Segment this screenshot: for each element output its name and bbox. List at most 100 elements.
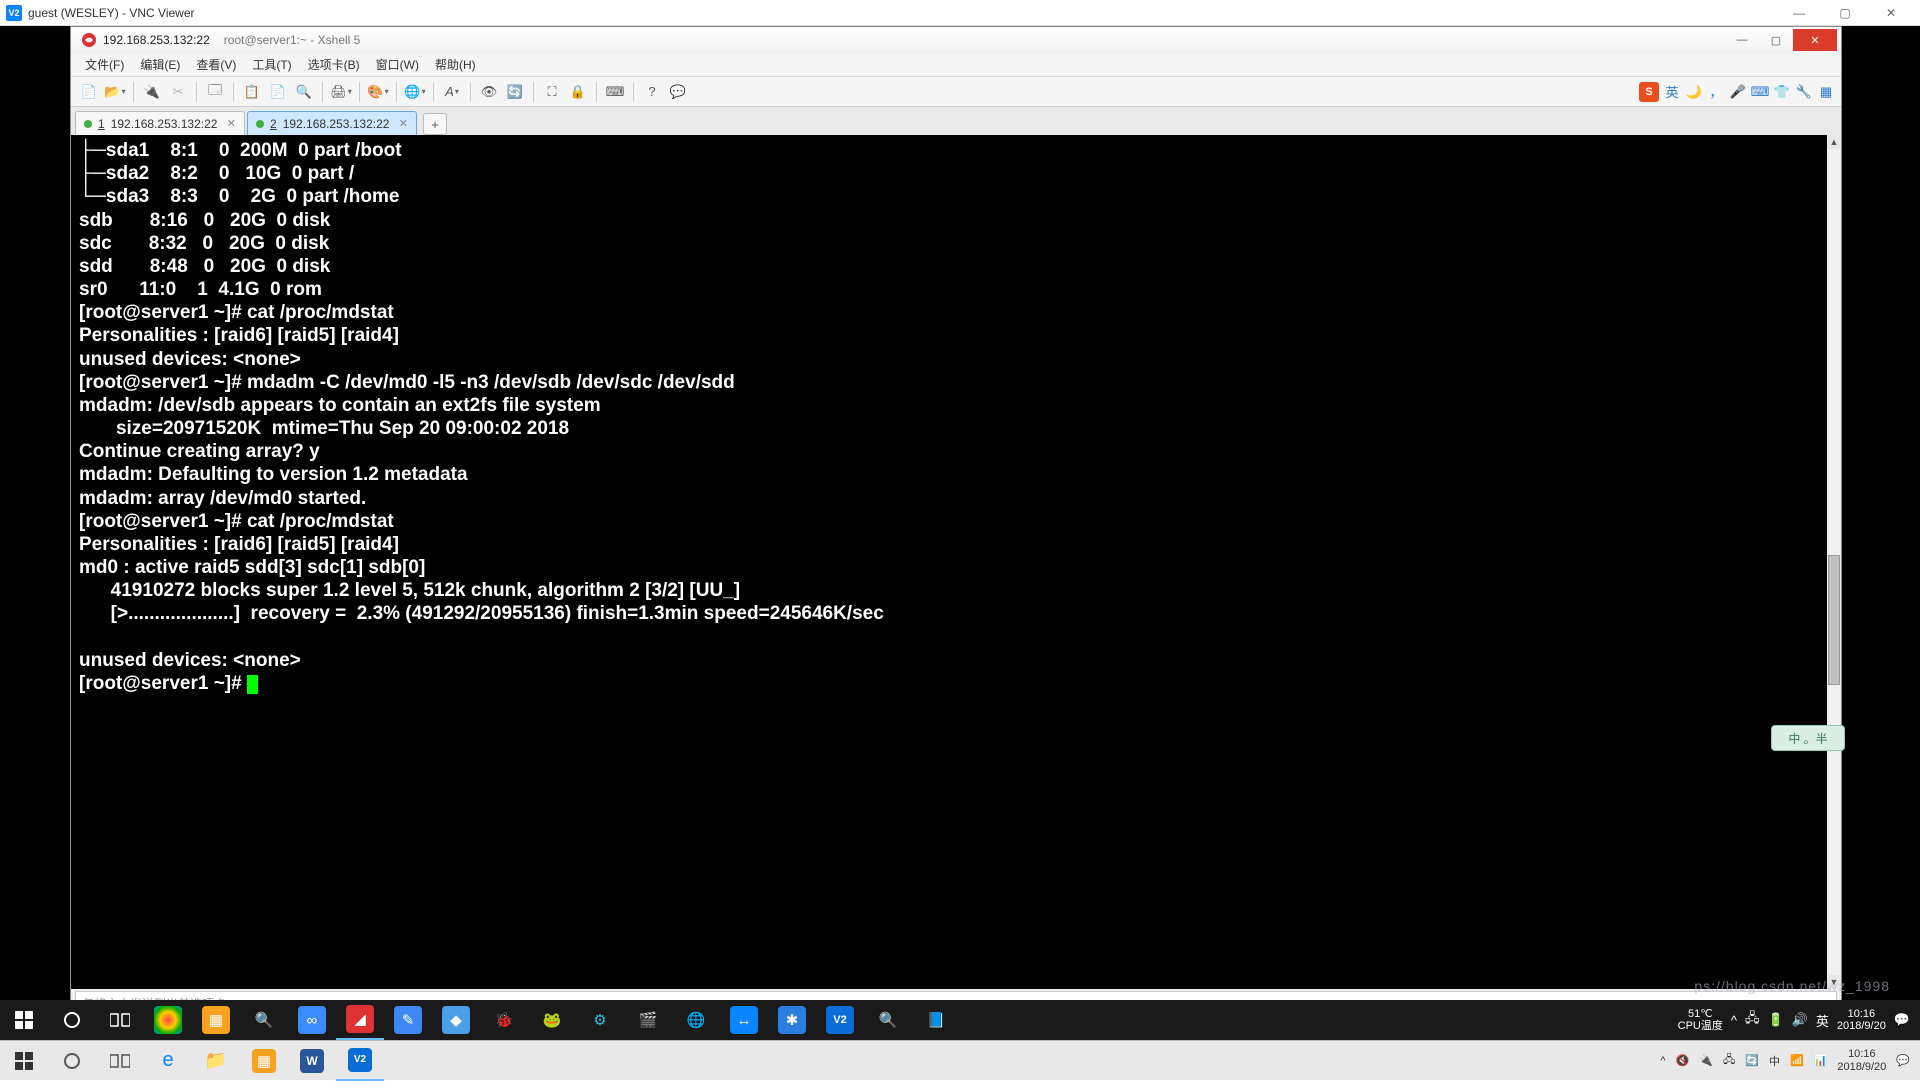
- encoding-icon[interactable]: 🌐: [403, 80, 427, 104]
- remote-cortana-button[interactable]: [48, 1000, 96, 1040]
- host-tray-ime-icon[interactable]: 中: [1769, 1053, 1780, 1069]
- ime-tool-icon[interactable]: 🔧: [1795, 83, 1813, 101]
- xshell-minimize-button[interactable]: —: [1725, 29, 1759, 51]
- ime-grid-icon[interactable]: ▦: [1817, 83, 1835, 101]
- taskbar-app-vnc[interactable]: V2: [816, 1000, 864, 1040]
- tray-lang[interactable]: 英: [1816, 1011, 1829, 1030]
- disconnect-icon[interactable]: ✂: [166, 80, 190, 104]
- color-scheme-icon[interactable]: 🎨: [366, 80, 390, 104]
- host-tray-extra2-icon[interactable]: 📊: [1814, 1054, 1828, 1067]
- keyboard-icon[interactable]: ⌨: [603, 80, 627, 104]
- host-tray-net1-icon[interactable]: 🔌: [1699, 1054, 1713, 1067]
- chat-icon[interactable]: 💬: [666, 80, 690, 104]
- ime-lang-label[interactable]: 英: [1663, 83, 1681, 101]
- host-taskview-button[interactable]: [96, 1041, 144, 1081]
- taskbar-app-generic3[interactable]: 🐞: [480, 1000, 528, 1040]
- copy-icon[interactable]: 📋: [240, 80, 264, 104]
- vnc-maximize-button[interactable]: ▢: [1822, 1, 1868, 25]
- host-app-word[interactable]: W: [288, 1041, 336, 1081]
- host-tray-extra1-icon[interactable]: 📶: [1790, 1054, 1804, 1067]
- xshell-titlebar[interactable]: 192.168.253.132:22 root@server1:~ - Xshe…: [71, 27, 1841, 53]
- properties-icon[interactable]: 🗔: [203, 80, 227, 104]
- remote-taskview-button[interactable]: [96, 1000, 144, 1040]
- ime-keyboard-icon[interactable]: ⌨: [1751, 83, 1769, 101]
- taskbar-app-generic5[interactable]: ⚙: [576, 1000, 624, 1040]
- host-app-explorer[interactable]: 📁: [192, 1041, 240, 1081]
- terminal-scrollbar[interactable]: ▲ ▼: [1827, 135, 1841, 989]
- host-tray-net2-icon[interactable]: 🖧: [1723, 1051, 1735, 1070]
- host-tray-chevron-icon[interactable]: ^: [1660, 1055, 1665, 1067]
- open-session-icon[interactable]: 📂: [103, 80, 127, 104]
- taskbar-app-generic7[interactable]: ✱: [768, 1000, 816, 1040]
- taskbar-app-xshell[interactable]: ◢: [336, 1000, 384, 1040]
- tray-network-icon[interactable]: 🖧: [1745, 1009, 1760, 1031]
- xshell-tabstrip: 1 192.168.253.132:22 ✕ 2 192.168.253.132…: [71, 107, 1841, 135]
- tray-volume-icon[interactable]: 🔊: [1792, 1012, 1808, 1028]
- host-cortana-button[interactable]: [48, 1041, 96, 1081]
- vnc-minimize-button[interactable]: —: [1776, 1, 1822, 25]
- cpu-temp-widget[interactable]: 51℃ CPU温度: [1678, 1008, 1723, 1032]
- help-icon[interactable]: ?: [640, 80, 664, 104]
- taskbar-app-teamviewer[interactable]: ↔: [720, 1000, 768, 1040]
- add-tab-button[interactable]: +: [423, 113, 447, 135]
- tray-battery-icon[interactable]: 🔋: [1767, 1012, 1783, 1028]
- taskbar-app-everything[interactable]: 🔍: [240, 1000, 288, 1040]
- print-icon[interactable]: 🖨: [329, 80, 353, 104]
- host-start-button[interactable]: [0, 1041, 48, 1081]
- terminal-output[interactable]: ├─sda1 8:1 0 200M 0 part /boot ├─sda2 8:…: [71, 135, 1841, 989]
- ime-mic-icon[interactable]: 🎤: [1729, 83, 1747, 101]
- scroll-up-icon[interactable]: ▲: [1827, 135, 1841, 149]
- tab-close-icon[interactable]: ✕: [227, 117, 236, 130]
- menu-view[interactable]: 查看(V): [190, 54, 242, 75]
- paste-icon[interactable]: 📄: [266, 80, 290, 104]
- menu-file[interactable]: 文件(F): [79, 54, 130, 75]
- remote-clock[interactable]: 10:16 2018/9/20: [1837, 1008, 1886, 1032]
- taskbar-app-generic6[interactable]: 🎬: [624, 1000, 672, 1040]
- session-tab-1[interactable]: 1 192.168.253.132:22 ✕: [75, 111, 245, 135]
- vnc-close-button[interactable]: ✕: [1868, 1, 1914, 25]
- tray-notifications-icon[interactable]: 💬: [1894, 1012, 1910, 1028]
- host-tray-volume-icon[interactable]: 🔇: [1676, 1054, 1690, 1067]
- taskbar-app-vmware[interactable]: ▦: [192, 1000, 240, 1040]
- menu-help[interactable]: 帮助(H): [429, 54, 482, 75]
- find-icon[interactable]: 🔍: [292, 80, 316, 104]
- host-clock[interactable]: 10:16 2018/9/20: [1837, 1048, 1886, 1072]
- host-app-vmware[interactable]: ▦: [240, 1041, 288, 1081]
- taskbar-app-chrome[interactable]: 🌐: [672, 1000, 720, 1040]
- scroll-thumb[interactable]: [1828, 555, 1840, 685]
- taskbar-app-generic1[interactable]: ✎: [384, 1000, 432, 1040]
- ime-punct-icon[interactable]: ，: [1707, 83, 1725, 101]
- new-session-icon[interactable]: 📄: [77, 80, 101, 104]
- taskbar-app-chrome-alt[interactable]: [144, 1000, 192, 1040]
- menu-tabs[interactable]: 选项卡(B): [302, 54, 366, 75]
- lock-icon[interactable]: 🔒: [566, 80, 590, 104]
- xshell-maximize-button[interactable]: ▢: [1759, 29, 1793, 51]
- tray-chevron-icon[interactable]: ^: [1731, 1013, 1737, 1028]
- taskbar-app-generic4[interactable]: 🐸: [528, 1000, 576, 1040]
- host-app-edge[interactable]: e: [144, 1041, 192, 1081]
- host-app-vncviewer[interactable]: V2: [336, 1041, 384, 1081]
- taskbar-app-doc[interactable]: 📘: [912, 1000, 960, 1040]
- tab-close-icon[interactable]: ✕: [399, 117, 408, 130]
- xagent-icon[interactable]: 👁: [477, 80, 501, 104]
- host-tray-notifications-icon[interactable]: 💬: [1896, 1054, 1910, 1067]
- host-tray-sync-icon[interactable]: 🔄: [1745, 1054, 1759, 1067]
- taskbar-app-snip[interactable]: 🔍: [864, 1000, 912, 1040]
- taskbar-app-baidu[interactable]: ∞: [288, 1000, 336, 1040]
- reconnect-icon[interactable]: 🔌: [140, 80, 164, 104]
- terminal-cursor: [247, 675, 258, 694]
- fullscreen-icon[interactable]: ⛶: [540, 80, 564, 104]
- xshell-close-button[interactable]: ✕: [1793, 29, 1837, 51]
- ime-moon-icon[interactable]: 🌙: [1685, 83, 1703, 101]
- ime-skin-icon[interactable]: 👕: [1773, 83, 1791, 101]
- menu-edit[interactable]: 编辑(E): [134, 54, 186, 75]
- font-icon[interactable]: A: [440, 80, 464, 104]
- menu-window[interactable]: 窗口(W): [370, 54, 425, 75]
- xftp-icon[interactable]: 🔄: [503, 80, 527, 104]
- session-tab-2[interactable]: 2 192.168.253.132:22 ✕: [247, 111, 417, 135]
- sogou-ime-icon[interactable]: S: [1639, 82, 1659, 102]
- ime-tooltip[interactable]: 中 。半: [1771, 725, 1845, 751]
- remote-start-button[interactable]: [0, 1000, 48, 1040]
- menu-tools[interactable]: 工具(T): [246, 54, 297, 75]
- taskbar-app-generic2[interactable]: ◆: [432, 1000, 480, 1040]
